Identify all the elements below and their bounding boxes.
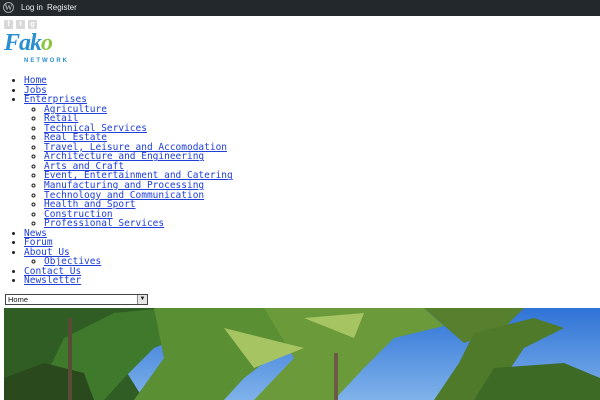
logo-subtitle: NETWORK	[24, 58, 69, 64]
menu-item-about: About Us Objectives	[24, 248, 233, 267]
chevron-down-icon: ▼	[137, 295, 147, 304]
hero-palm-scene	[4, 308, 600, 400]
menu-link-newsletter[interactable]: Newsletter	[24, 275, 81, 286]
mobile-nav-select[interactable]: Home ▼	[5, 294, 148, 305]
hero-image	[4, 308, 600, 400]
menu-item-home: Home	[24, 76, 233, 86]
logo-wordmark: Fako	[4, 30, 53, 56]
admin-bar: W Log in Register	[0, 0, 600, 16]
facebook-icon[interactable]: f	[4, 20, 13, 29]
nav-select-value: Home	[8, 295, 29, 304]
menu-item-news: News	[24, 228, 233, 239]
register-link[interactable]: Register	[47, 3, 77, 12]
menu-item-enterprises: Enterprises Agriculture Retail Technical…	[24, 95, 233, 229]
submenu-link-professional[interactable]: Professional Services	[44, 218, 164, 229]
submenu-enterprises: Agriculture Retail Technical Services Re…	[24, 104, 233, 229]
login-link[interactable]: Log in	[21, 3, 43, 12]
twitter-icon[interactable]: t	[16, 20, 25, 29]
site-logo[interactable]: Fako NETWORK	[4, 30, 70, 68]
googleplus-icon[interactable]: g	[28, 20, 37, 29]
menu-item-newsletter: Newsletter	[24, 276, 233, 286]
main-menu: Home Jobs Enterprises Agriculture Retail…	[0, 76, 233, 286]
wordpress-icon[interactable]: W	[3, 2, 14, 13]
submenu-item: Professional Services	[44, 219, 233, 229]
